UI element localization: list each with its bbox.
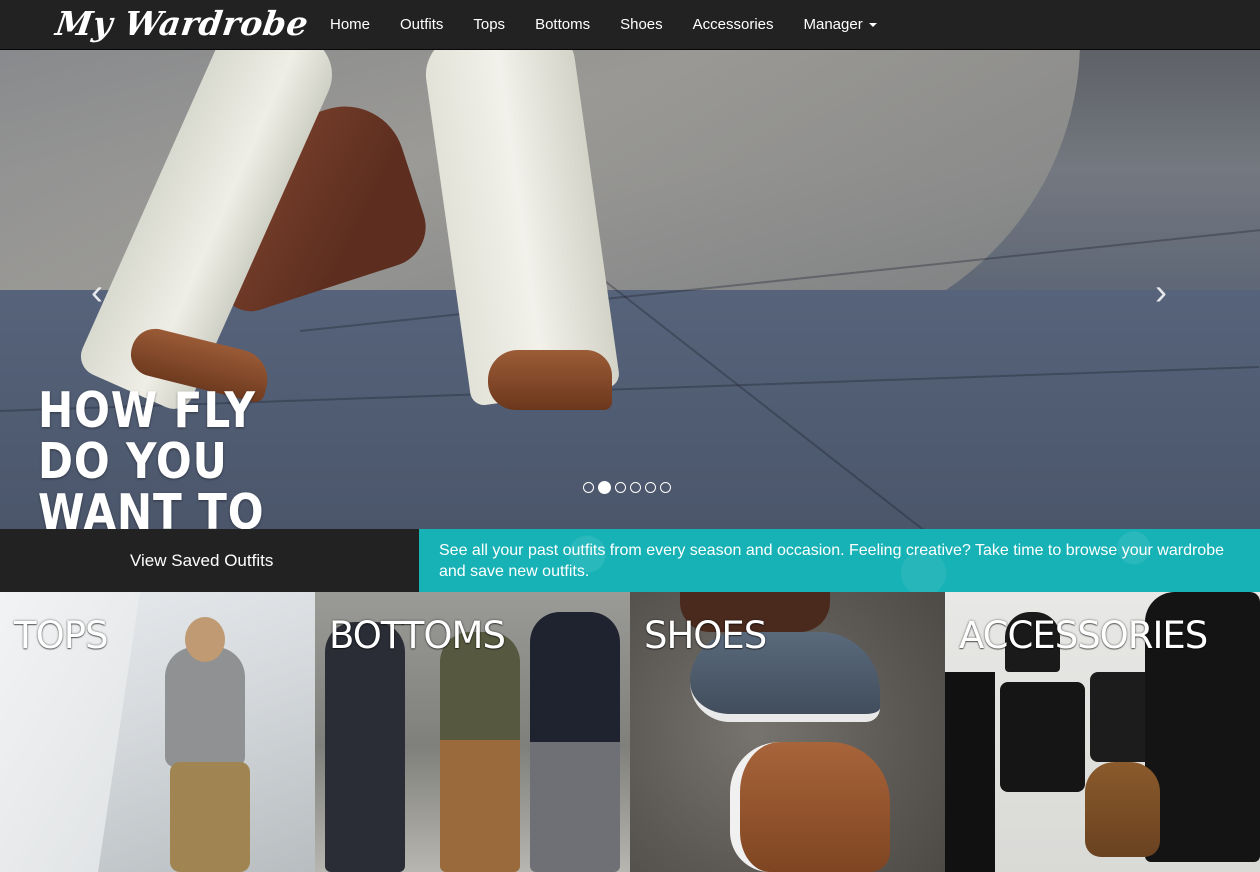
tile-image-head (185, 617, 225, 662)
category-label-bottoms: BOTTOMS (329, 614, 506, 657)
nav-item-manager-label: Manager (803, 16, 863, 33)
navbar: My Wardrobe Home Outfits Tops Bottoms Sh… (0, 0, 1260, 50)
cta-right-panel: See all your past outfits from every sea… (419, 529, 1260, 592)
hero-carousel: ‹ › HOW FLY DO YOU WANT TO LOOK TODAY? (0, 50, 1260, 530)
nav-item-shoes[interactable]: Shoes (605, 0, 678, 50)
cta-description: See all your past outfits from every sea… (439, 542, 1224, 580)
nav-item-bottoms[interactable]: Bottoms (520, 0, 605, 50)
tile-image-shoe-tan (730, 742, 890, 872)
view-saved-outfits-button[interactable]: View Saved Outfits (130, 551, 273, 571)
brand-logo[interactable]: My Wardrobe (53, 4, 311, 43)
nav-item-accessories[interactable]: Accessories (678, 0, 789, 50)
category-tiles: TOPS BOTTOMS SHOES ACCESSORIES (0, 592, 1260, 872)
category-tile-shoes[interactable]: SHOES (630, 592, 945, 872)
tile-image-person (325, 622, 405, 872)
carousel-indicator[interactable] (630, 482, 641, 493)
chevron-left-icon: ‹ (91, 271, 103, 312)
nav-item-home[interactable]: Home (315, 0, 385, 50)
cta-left-panel: View Saved Outfits (0, 529, 419, 592)
tile-image-shirt (1000, 682, 1085, 792)
caret-down-icon (868, 23, 877, 28)
hero-image-shoe (488, 350, 612, 410)
category-tile-accessories[interactable]: ACCESSORIES (945, 592, 1260, 872)
nav-menu: Home Outfits Tops Bottoms Shoes Accessor… (315, 0, 892, 50)
carousel-indicator[interactable] (645, 482, 656, 493)
carousel-indicator-active[interactable] (598, 481, 611, 494)
category-tile-tops[interactable]: TOPS (0, 592, 315, 872)
carousel-indicator[interactable] (583, 482, 594, 493)
category-label-shoes: SHOES (644, 614, 767, 657)
hero-headline: HOW FLY DO YOU WANT TO LOOK TODAY? (38, 382, 265, 530)
nav-item-outfits[interactable]: Outfits (385, 0, 458, 50)
tile-image-jacket (165, 647, 245, 767)
tile-image-person (530, 612, 620, 872)
nav-item-manager-dropdown[interactable]: Manager (789, 0, 892, 50)
category-tile-bottoms[interactable]: BOTTOMS (315, 592, 630, 872)
tile-image-boots (1085, 762, 1160, 857)
category-label-tops: TOPS (14, 614, 109, 657)
carousel-indicator[interactable] (660, 482, 671, 493)
nav-item-tops[interactable]: Tops (458, 0, 520, 50)
tile-image-person (440, 632, 520, 872)
carousel-indicator[interactable] (615, 482, 626, 493)
tile-image-pants (170, 762, 250, 872)
carousel-indicators (583, 481, 671, 494)
tile-image-pants (945, 672, 995, 872)
chevron-right-icon: › (1155, 271, 1167, 312)
category-label-accessories: ACCESSORIES (959, 614, 1208, 657)
carousel-prev-button[interactable]: ‹ (77, 272, 117, 312)
carousel-next-button[interactable]: › (1141, 272, 1181, 312)
